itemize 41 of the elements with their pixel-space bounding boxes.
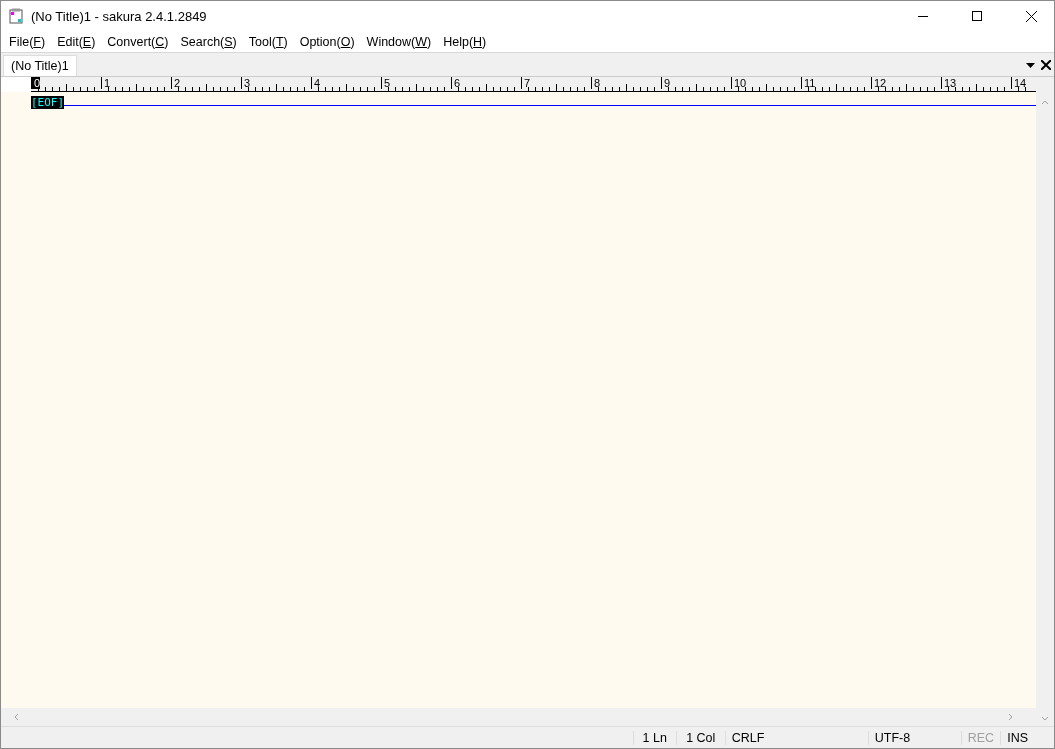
window-title: (No Title)1 - sakura 2.4.1.2849 — [31, 8, 208, 24]
dropdown-icon[interactable] — [1026, 62, 1035, 68]
menu-item[interactable]: File(F) — [3, 34, 52, 49]
status-field: CRLF — [724, 730, 868, 745]
ruler-number: 2 — [171, 77, 181, 89]
close-icon[interactable] — [1025, 10, 1037, 22]
menu-item[interactable]: Help(H) — [437, 34, 493, 49]
ruler-number: 0 — [31, 77, 41, 89]
status-field: 1 Col — [675, 730, 725, 745]
vertical-scrollbar[interactable] — [1036, 77, 1054, 726]
ruler-number: 13 — [941, 77, 957, 89]
ruler-number: 9 — [661, 77, 671, 89]
menu-item[interactable]: Tool(T) — [242, 34, 294, 49]
menu-item[interactable]: Option(O) — [293, 34, 361, 49]
ruler-number: 11 — [801, 77, 816, 89]
minimize-icon[interactable] — [918, 15, 928, 17]
eof-marker: [EOF] — [31, 96, 65, 109]
menu-item[interactable]: Search(S) — [174, 34, 243, 49]
ruler-number: 6 — [451, 77, 461, 89]
notepad-icon — [9, 8, 23, 24]
status-field: 1 Ln — [632, 730, 676, 745]
ruler-number: 5 — [381, 77, 391, 89]
menu-item[interactable]: Window(W) — [360, 34, 438, 49]
status-field: INS — [1000, 730, 1034, 745]
text-area[interactable]: [EOF] — [1, 92, 1036, 708]
ruler-number: 8 — [591, 77, 601, 89]
maximize-icon[interactable] — [972, 11, 982, 21]
menu-item[interactable]: Edit(E) — [51, 34, 102, 49]
horizontal-scrollbar[interactable] — [1, 708, 1036, 726]
status-field: UTF-8 — [867, 730, 961, 745]
ruler-number: 10 — [731, 77, 747, 89]
close-icon[interactable] — [1041, 60, 1051, 70]
ruler-number: 3 — [241, 77, 251, 89]
ruler-number: 4 — [311, 77, 321, 89]
ruler-number: 7 — [521, 77, 531, 89]
document-tab[interactable]: (No Title)1 — [3, 55, 77, 76]
ruler-number: 14 — [1011, 77, 1027, 89]
status-field: REC — [960, 730, 1001, 745]
menu-item[interactable]: Convert(C) — [101, 34, 175, 49]
ruler-number: 1 — [101, 77, 111, 89]
ruler-number: 12 — [871, 77, 887, 89]
